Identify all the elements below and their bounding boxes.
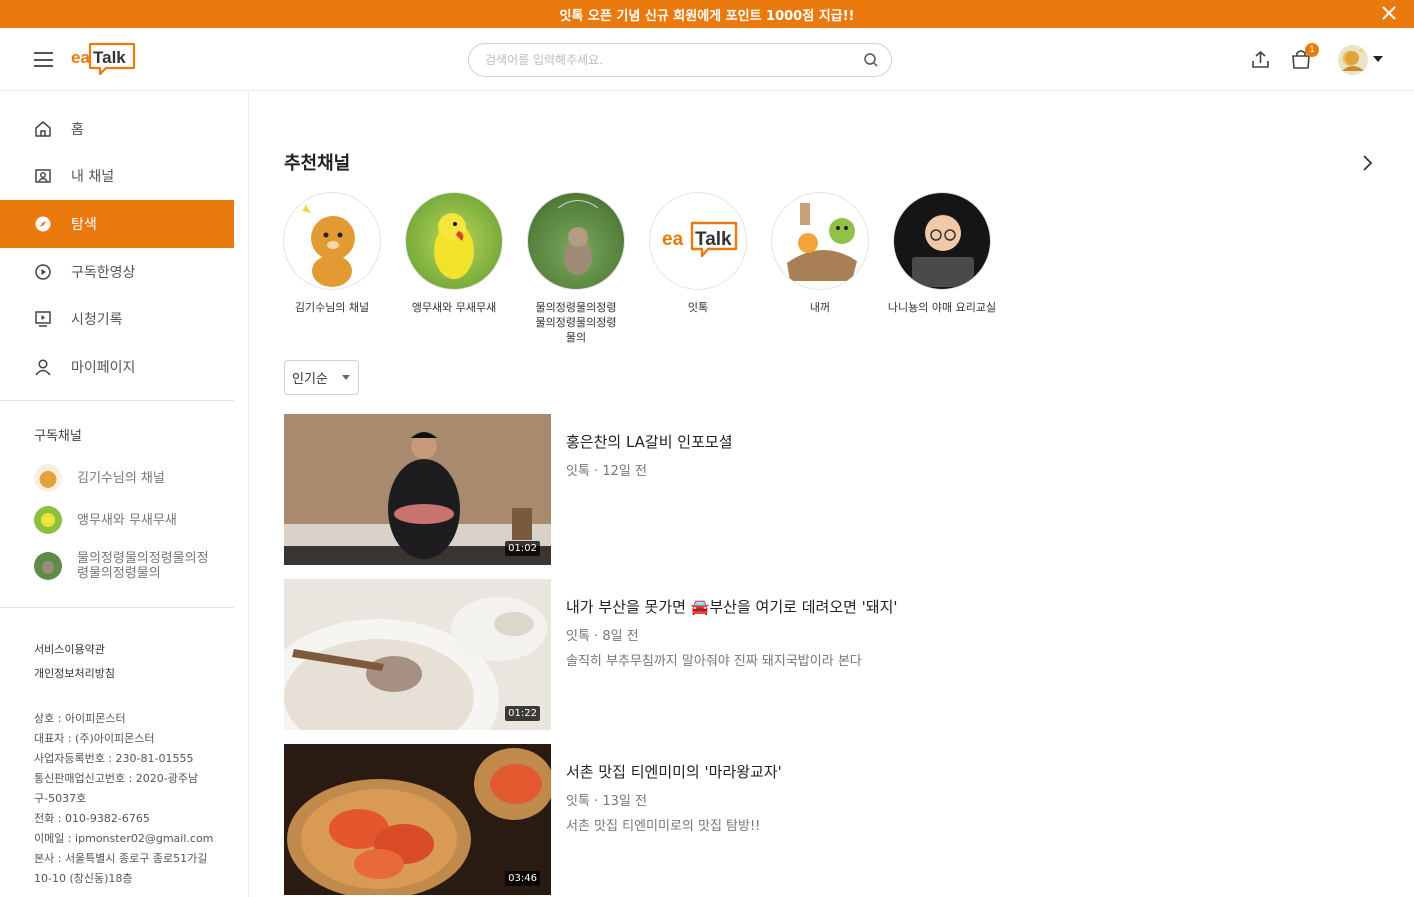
subscribed-channel-item[interactable]: 물의정령물의정령물의정령물의정령물의	[34, 551, 234, 581]
user-icon	[35, 359, 51, 376]
video-duration: 01:02	[505, 541, 540, 556]
svg-text:ea: ea	[71, 48, 90, 67]
video-meta: 잇톡 · 12일 전	[566, 464, 647, 479]
video-title[interactable]: 홍은찬의 LA갈비 인포모셜	[566, 431, 733, 452]
channel-avatar	[34, 464, 62, 492]
menu-icon[interactable]	[34, 52, 53, 67]
channel-name: 물의정령물의정령물의정령물의정령물의	[535, 301, 617, 344]
search-icon[interactable]	[863, 52, 879, 68]
sidebar-item-home[interactable]: 홈	[0, 105, 234, 153]
compass-icon	[35, 216, 51, 232]
recommended-channel[interactable]: 내꺼	[765, 192, 875, 315]
company-info: 상호 : 아이피몬스터 대표자 : (주)아이피몬스터 사업자등록번호 : 23…	[34, 709, 224, 889]
subscribed-channel-name: 김기수님의 채널	[77, 470, 165, 486]
sort-selected-value: 인기순	[292, 372, 328, 387]
company-info-line: 상호 : 아이피몬스터	[34, 712, 126, 725]
svg-text:ea: ea	[662, 229, 684, 250]
play-circle-icon	[35, 264, 51, 280]
channel-avatar: ea Talk	[649, 192, 747, 290]
channel-avatar	[893, 192, 991, 290]
subscribed-channel-item[interactable]: 앵무새와 무새무새	[34, 506, 234, 534]
video-thumbnail[interactable]: 03:46	[284, 744, 551, 895]
search-bar	[468, 43, 892, 77]
history-icon	[35, 311, 51, 327]
subscribed-channels-title: 구독채널	[34, 429, 82, 444]
channel-name: 앵무새와 무새무새	[411, 301, 497, 314]
video-meta: 잇톡 · 13일 전	[566, 794, 647, 809]
subscribed-channel-item[interactable]: 김기수님의 채널	[34, 464, 234, 492]
channel-name: 내꺼	[809, 301, 831, 314]
chevron-right-icon[interactable]	[1359, 153, 1375, 173]
sidebar: 홈 내 채널 탐색 구독한영상 시청기록 마이페이지 구독채널 김기수님의 채널…	[0, 91, 249, 897]
video-title[interactable]: 내가 부산을 못가면 🚘부산을 여기로 데려오면 '돼지'	[566, 596, 898, 617]
company-info-line: 대표자 : (주)아이피몬스터	[34, 732, 155, 745]
promo-banner-text: 잇톡 오픈 기념 신규 회원에게 포인트 1000점 지급!!	[559, 8, 855, 24]
channel-avatar	[34, 506, 62, 534]
sidebar-item-history[interactable]: 시청기록	[0, 295, 234, 343]
video-description: 서촌 맛집 티엔미미로의 맛집 탐방!!	[566, 819, 761, 834]
video-thumbnail[interactable]: 01:22	[284, 579, 551, 730]
svg-text:Talk: Talk	[93, 48, 126, 67]
sidebar-item-subscriptions[interactable]: 구독한영상	[0, 248, 234, 296]
sidebar-item-explore[interactable]: 탐색	[0, 200, 234, 248]
terms-link[interactable]: 서비스이용약관	[34, 641, 105, 657]
chevron-down-icon[interactable]	[1373, 56, 1383, 62]
recommended-channel[interactable]: 김기수님의 채널	[277, 192, 387, 315]
video-item[interactable]: 01:02 홍은찬의 LA갈비 인포모셜 잇톡 · 12일 전	[284, 414, 1084, 565]
company-info-line: 통신판매업신고번호 : 2020-광주남구-5037호	[34, 772, 199, 805]
company-info-line: 본사 : 서울특별시 종로구 종로51가길 10-10 (창신동)18층	[34, 852, 208, 885]
channel-avatar	[405, 192, 503, 290]
sidebar-item-my-channel[interactable]: 내 채널	[0, 152, 234, 200]
recommended-channel[interactable]: ea Talk 잇톡	[643, 192, 753, 315]
channel-name: 나니뇽의 야매 요리교실	[887, 301, 997, 314]
channel-name: 김기수님의 채널	[294, 301, 370, 314]
channel-icon	[35, 169, 51, 183]
channel-avatar	[771, 192, 869, 290]
eatalk-logo[interactable]: ea Talk	[70, 41, 136, 77]
caret-down-icon	[342, 375, 350, 380]
cart-count-badge: 1	[1305, 43, 1319, 57]
video-item[interactable]: 03:46 서촌 맛집 티엔미미의 '마라왕교자' 잇톡 · 13일 전 서촌 …	[284, 744, 1084, 895]
recommended-channel[interactable]: 물의정령물의정령물의정령물의정령물의	[521, 192, 631, 345]
subscribed-channel-name: 앵무새와 무새무새	[77, 512, 177, 528]
video-meta: 잇톡 · 8일 전	[566, 629, 639, 644]
sidebar-item-label: 내 채널	[71, 169, 115, 185]
channel-name: 잇톡	[687, 301, 709, 314]
sidebar-item-mypage[interactable]: 마이페이지	[0, 343, 234, 391]
video-duration: 03:46	[505, 871, 540, 886]
divider	[0, 607, 234, 608]
search-input[interactable]	[485, 44, 855, 76]
company-info-line: 사업자등록번호 : 230-81-01555	[34, 752, 194, 765]
upload-icon[interactable]	[1250, 49, 1271, 70]
sidebar-item-label: 구독한영상	[71, 265, 136, 281]
top-header: ea Talk 1	[0, 28, 1414, 91]
privacy-link[interactable]: 개인정보처리방침	[34, 665, 115, 681]
company-info-line: 이메일 : ipmonster02@gmail.com	[34, 832, 214, 845]
main-content: 추천채널 김기수님의 채널 앵무새와 무새무새 물의정령물의정령물의정령물의정령…	[249, 91, 1414, 897]
sidebar-item-label: 마이페이지	[71, 360, 136, 376]
video-duration: 01:22	[505, 706, 540, 721]
sidebar-item-label: 홈	[71, 122, 84, 138]
sidebar-item-label: 탐색	[71, 217, 97, 233]
channel-avatar	[527, 192, 625, 290]
avatar[interactable]	[1338, 45, 1368, 75]
video-thumbnail[interactable]: 01:02	[284, 414, 551, 565]
recommended-channel[interactable]: 나니뇽의 야매 요리교실	[887, 192, 997, 315]
video-item[interactable]: 01:22 내가 부산을 못가면 🚘부산을 여기로 데려오면 '돼지' 잇톡 ·…	[284, 579, 1084, 730]
sort-select[interactable]: 인기순	[284, 360, 359, 395]
home-icon	[35, 121, 51, 137]
video-description: 솔직히 부추무침까지 말아줘야 진짜 돼지국밥이라 본다	[566, 654, 862, 669]
close-icon[interactable]	[1380, 4, 1398, 22]
recommended-channels-title: 추천채널	[284, 153, 351, 174]
channel-avatar	[283, 192, 381, 290]
company-info-line: 전화 : 010-9382-6765	[34, 812, 150, 825]
divider	[0, 400, 234, 401]
subscribed-channel-name: 물의정령물의정령물의정령물의정령물의	[77, 551, 209, 581]
promo-banner: 잇톡 오픈 기념 신규 회원에게 포인트 1000점 지급!!	[0, 0, 1414, 28]
video-title[interactable]: 서촌 맛집 티엔미미의 '마라왕교자'	[566, 761, 782, 782]
recommended-channel[interactable]: 앵무새와 무새무새	[399, 192, 509, 315]
channel-avatar	[34, 552, 62, 580]
sidebar-item-label: 시청기록	[71, 312, 123, 328]
svg-text:Talk: Talk	[695, 229, 732, 250]
